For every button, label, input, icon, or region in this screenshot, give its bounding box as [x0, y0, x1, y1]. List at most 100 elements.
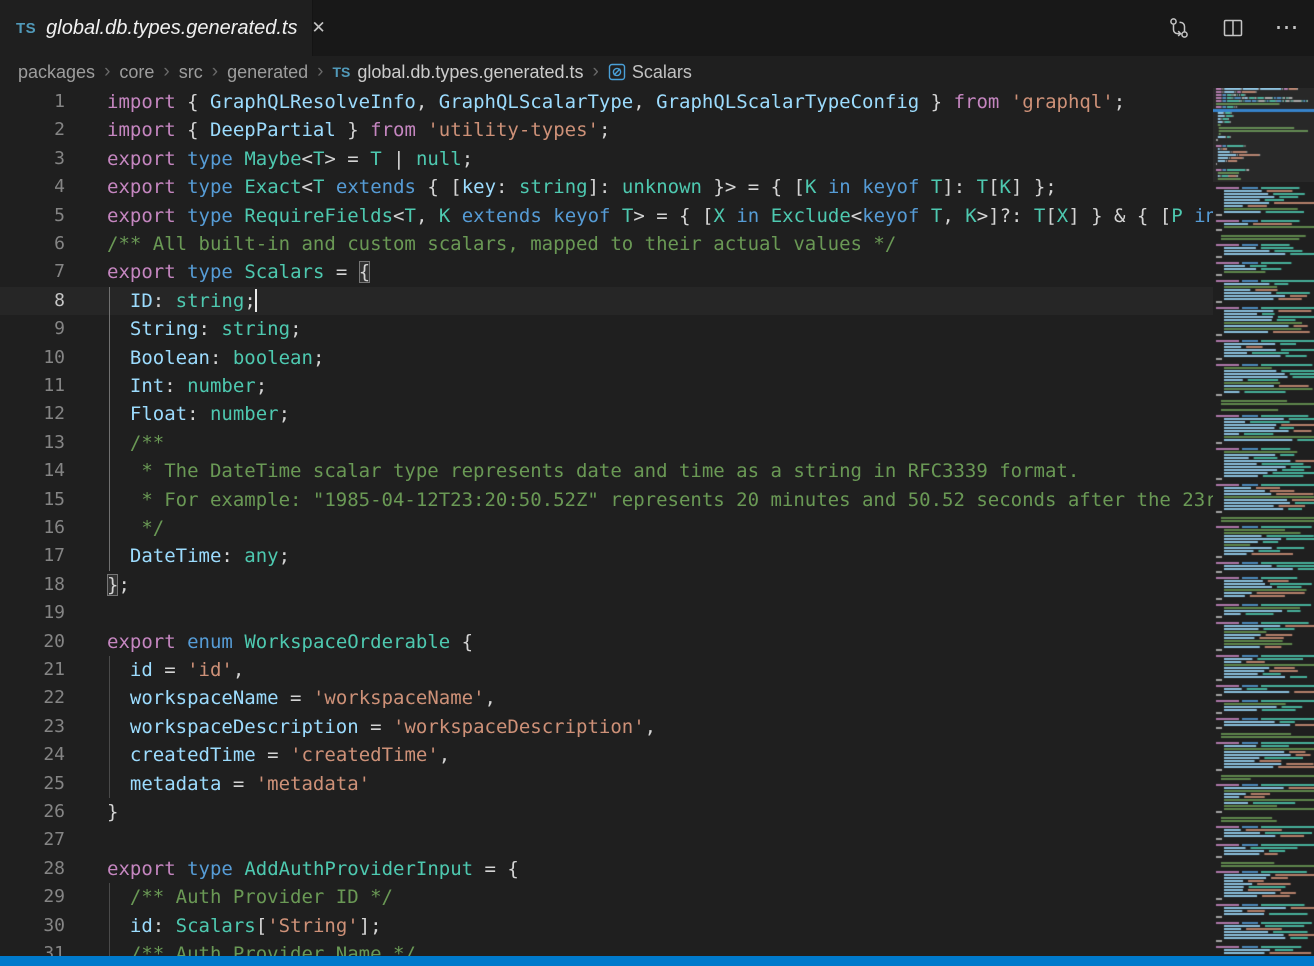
- code-line[interactable]: 6/** All built-in and custom scalars, ma…: [0, 230, 1213, 258]
- line-number: 11: [0, 372, 65, 400]
- line-number: 23: [0, 713, 65, 741]
- code-text: Int: number;: [107, 372, 267, 400]
- editor-actions: ⋯: [1166, 0, 1300, 56]
- code-line[interactable]: 31 /** Auth Provider Name */: [0, 940, 1213, 956]
- code-line[interactable]: 28 export type AddAuthProviderInput = {: [0, 855, 1213, 883]
- line-number: 16: [0, 514, 65, 542]
- line-number: 26: [0, 798, 65, 826]
- line-number: 22: [0, 684, 65, 712]
- code-line[interactable]: 10 Boolean: boolean;: [0, 344, 1213, 372]
- line-number: 29: [0, 883, 65, 911]
- code-text: import { DeepPartial } from 'utility-typ…: [107, 116, 610, 144]
- line-number: 24: [0, 741, 65, 769]
- code-text: Float: number;: [107, 400, 290, 428]
- code-text: export enum WorkspaceOrderable {: [107, 628, 473, 656]
- line-number: 17: [0, 542, 65, 570]
- code-line[interactable]: 17 DateTime: any;: [0, 542, 1213, 570]
- close-tab-icon[interactable]: ✕: [311, 18, 325, 38]
- code-line[interactable]: 26}: [0, 798, 1213, 826]
- breadcrumb: packages › core › src › generated › TS g…: [0, 56, 1213, 88]
- tab-title: global.db.types.generated.ts: [46, 17, 297, 40]
- code-line[interactable]: 16 */: [0, 514, 1213, 542]
- code-text: export type Exact<T extends { [key: stri…: [107, 173, 1057, 201]
- symbol-type-icon: [608, 63, 626, 86]
- code-line[interactable]: 2 import { DeepPartial } from 'utility-ty…: [0, 116, 1213, 144]
- code-text: };: [107, 571, 130, 599]
- line-number: 13: [0, 429, 65, 457]
- text-cursor: [255, 289, 257, 312]
- status-bar[interactable]: [0, 956, 1314, 966]
- line-number: 3: [0, 145, 65, 173]
- code-line[interactable]: 21 id = 'id',: [0, 656, 1213, 684]
- code-text: Boolean: boolean;: [107, 344, 324, 372]
- chevron-right-icon: ›: [212, 61, 218, 83]
- code-line[interactable]: 13 /**: [0, 429, 1213, 457]
- minimap-slider[interactable]: [1213, 88, 1314, 182]
- code-line[interactable]: 5export type RequireFields<T, K extends …: [0, 202, 1213, 230]
- more-actions-icon[interactable]: ⋯: [1274, 15, 1300, 41]
- code-line[interactable]: 25 metadata = 'metadata': [0, 770, 1213, 798]
- line-number: 20: [0, 628, 65, 656]
- code-line[interactable]: 11 Int: number;: [0, 372, 1213, 400]
- code-line[interactable]: 8 ID: string;: [0, 287, 1213, 315]
- breadcrumb-item-file[interactable]: global.db.types.generated.ts: [357, 62, 583, 83]
- breadcrumb-item-src[interactable]: src: [179, 62, 203, 83]
- line-number: 31: [0, 940, 65, 956]
- code-text: export type Maybe<T> = T | null;: [107, 145, 473, 173]
- line-number: 8: [0, 287, 65, 315]
- code-area[interactable]: 1import { GraphQLResolveInfo, GraphQLSca…: [0, 88, 1213, 956]
- line-number: 25: [0, 770, 65, 798]
- code-line[interactable]: 30 id: Scalars['String'];: [0, 912, 1213, 940]
- code-line[interactable]: 18};: [0, 571, 1213, 599]
- code-text: /** Auth Provider Name */: [107, 940, 416, 956]
- line-number: 12: [0, 400, 65, 428]
- code-line[interactable]: 7 export type Scalars = {: [0, 258, 1213, 286]
- code-line[interactable]: 12 Float: number;: [0, 400, 1213, 428]
- breadcrumb-item-symbol[interactable]: Scalars: [632, 62, 692, 83]
- code-line[interactable]: 14 * The DateTime scalar type represents…: [0, 457, 1213, 485]
- chevron-right-icon: ›: [104, 61, 110, 83]
- line-number: 14: [0, 457, 65, 485]
- tab-global-db-types-generated[interactable]: TS global.db.types.generated.ts ✕: [0, 0, 313, 56]
- code-line[interactable]: 4export type Exact<T extends { [key: str…: [0, 173, 1213, 201]
- code-text: export type AddAuthProviderInput = {: [107, 855, 519, 883]
- code-text: createdTime = 'createdTime',: [107, 741, 450, 769]
- code-text: workspaceName = 'workspaceName',: [107, 684, 496, 712]
- code-line[interactable]: 24 createdTime = 'createdTime',: [0, 741, 1213, 769]
- line-number: 27: [0, 826, 65, 854]
- minimap-content[interactable]: [1213, 88, 1314, 956]
- line-number: 28: [0, 855, 65, 883]
- code-text: id: Scalars['String'];: [107, 912, 382, 940]
- breadcrumb-item-packages[interactable]: packages: [18, 62, 95, 83]
- line-number: 5: [0, 202, 65, 230]
- code-line[interactable]: 19: [0, 599, 1213, 627]
- tab-bar: TS global.db.types.generated.ts ✕: [0, 0, 1314, 56]
- code-line[interactable]: 27: [0, 826, 1213, 854]
- code-line[interactable]: 1import { GraphQLResolveInfo, GraphQLSca…: [0, 88, 1213, 116]
- code-text: import { GraphQLResolveInfo, GraphQLScal…: [107, 88, 1125, 116]
- code-text: metadata = 'metadata': [107, 770, 370, 798]
- breadcrumb-item-core[interactable]: core: [119, 62, 154, 83]
- open-changes-icon[interactable]: [1166, 15, 1192, 41]
- code-line[interactable]: 22 workspaceName = 'workspaceName',: [0, 684, 1213, 712]
- breadcrumb-item-generated[interactable]: generated: [227, 62, 308, 83]
- line-number: 7: [0, 258, 65, 286]
- code-line[interactable]: 15 * For example: "1985-04-12T23:20:50.5…: [0, 486, 1213, 514]
- code-line[interactable]: 3 export type Maybe<T> = T | null;: [0, 145, 1213, 173]
- typescript-file-icon: TS: [332, 64, 350, 80]
- code-line[interactable]: 9 String: string;: [0, 315, 1213, 343]
- code-text: ID: string;: [107, 287, 257, 315]
- line-number: 2: [0, 116, 65, 144]
- code-line[interactable]: 29 /** Auth Provider ID */: [0, 883, 1213, 911]
- line-number: 21: [0, 656, 65, 684]
- code-text: export type Scalars = {: [107, 258, 370, 286]
- code-line[interactable]: 20 export enum WorkspaceOrderable {: [0, 628, 1213, 656]
- code-text: /** Auth Provider ID */: [107, 883, 393, 911]
- code-text: */: [107, 514, 164, 542]
- code-line[interactable]: 23 workspaceDescription = 'workspaceDesc…: [0, 713, 1213, 741]
- split-editor-icon[interactable]: [1220, 15, 1246, 41]
- code-text: workspaceDescription = 'workspaceDescrip…: [107, 713, 656, 741]
- line-number: 6: [0, 230, 65, 258]
- typescript-file-icon: TS: [16, 20, 36, 37]
- minimap[interactable]: [1213, 88, 1314, 956]
